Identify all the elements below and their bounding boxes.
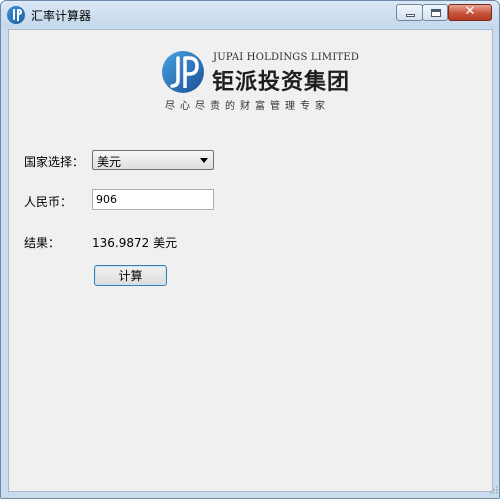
resize-grip-icon[interactable] — [490, 486, 498, 494]
close-button[interactable]: ✕ — [448, 4, 492, 21]
country-selected-value: 美元 — [97, 155, 122, 169]
result-label: 结果： — [24, 236, 61, 250]
country-label: 国家选择： — [24, 155, 85, 169]
minimize-button[interactable] — [396, 4, 423, 21]
jupai-logo-icon — [162, 51, 204, 93]
maximize-icon — [431, 9, 441, 17]
rmb-input[interactable] — [92, 189, 214, 210]
result-value: 136.9872 美元 — [92, 236, 178, 250]
minimize-icon — [406, 14, 415, 17]
country-select[interactable]: 美元 — [92, 150, 214, 170]
window-title: 汇率计算器 — [31, 9, 92, 23]
app-icon[interactable] — [7, 6, 25, 24]
company-name-cn: 钜派投资集团 — [212, 69, 351, 95]
chevron-down-icon — [200, 158, 208, 163]
company-name-en: JUPAI HOLDINGS LIMITED — [213, 52, 360, 63]
company-slogan: 尽心尽责的财富管理专家 — [165, 101, 330, 112]
title-bar[interactable]: 汇率计算器 ✕ — [1, 1, 499, 28]
maximize-button[interactable] — [422, 4, 448, 21]
close-icon: ✕ — [464, 4, 476, 19]
rmb-label: 人民币： — [24, 195, 73, 209]
calculate-button[interactable]: 计算 — [94, 265, 167, 286]
